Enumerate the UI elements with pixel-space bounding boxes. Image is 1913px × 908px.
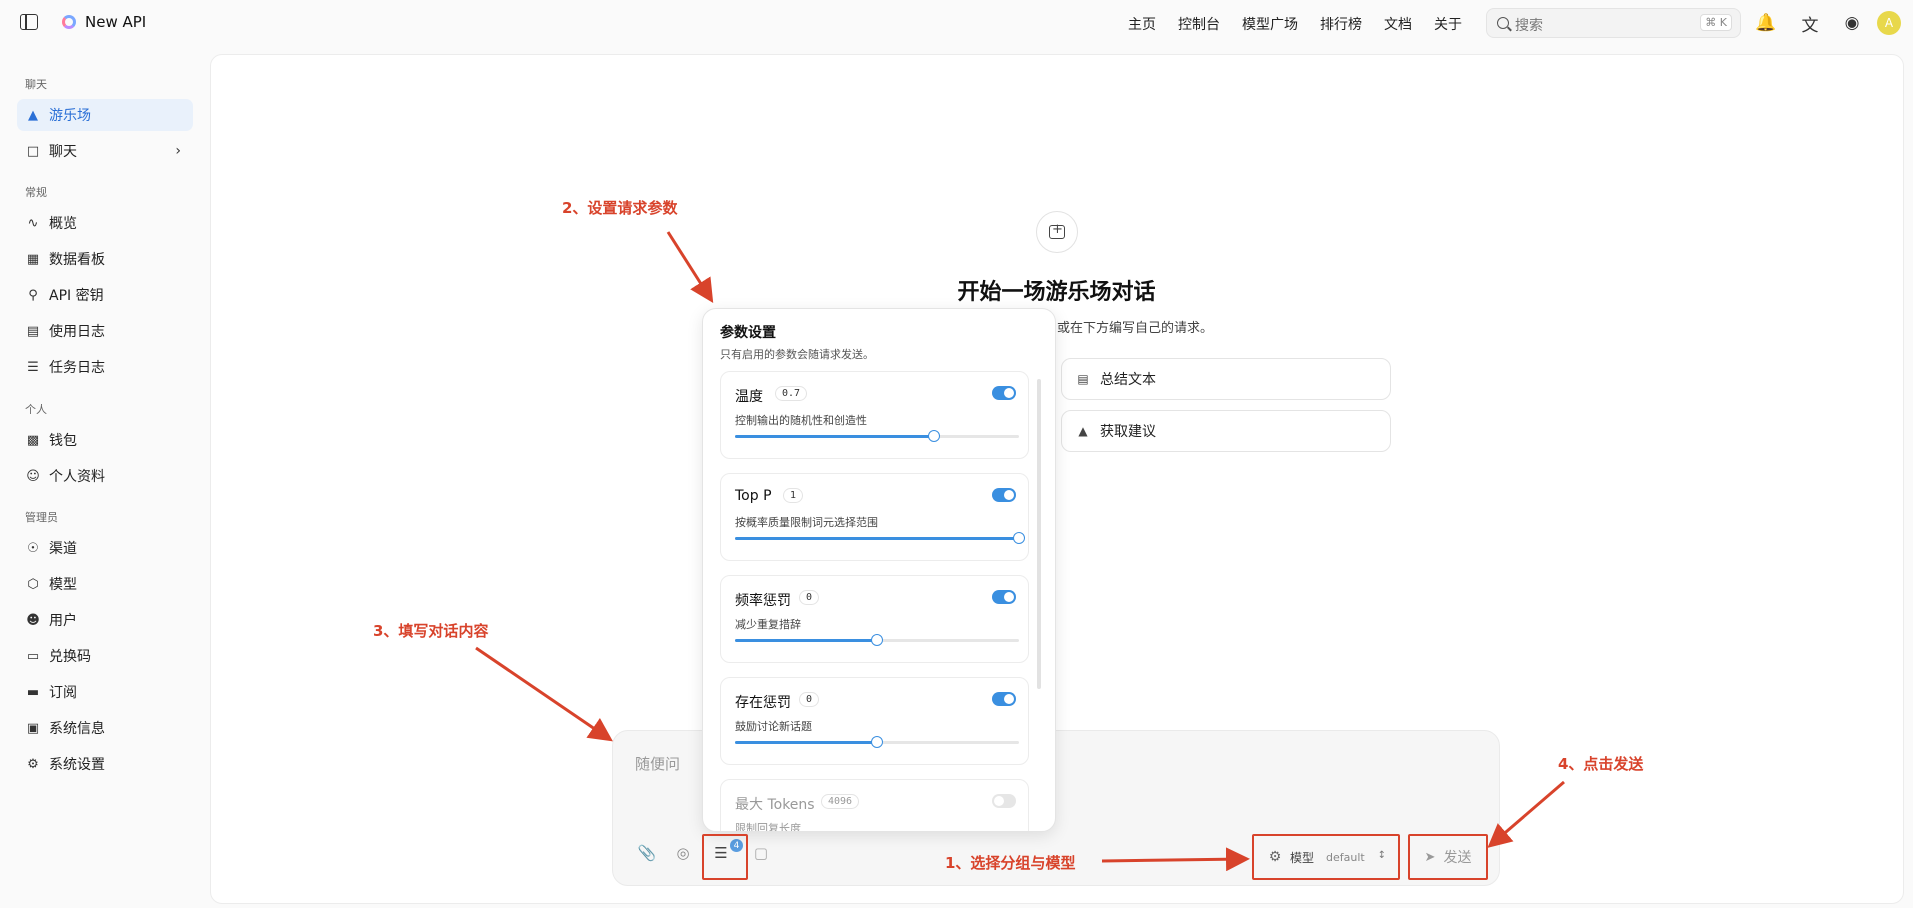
arrow-step2 <box>666 231 714 304</box>
arrow-step4 <box>1487 780 1565 848</box>
arrow-step1 <box>1101 847 1250 872</box>
annotation-arrows <box>475 231 1565 872</box>
arrow-step3 <box>475 646 613 742</box>
